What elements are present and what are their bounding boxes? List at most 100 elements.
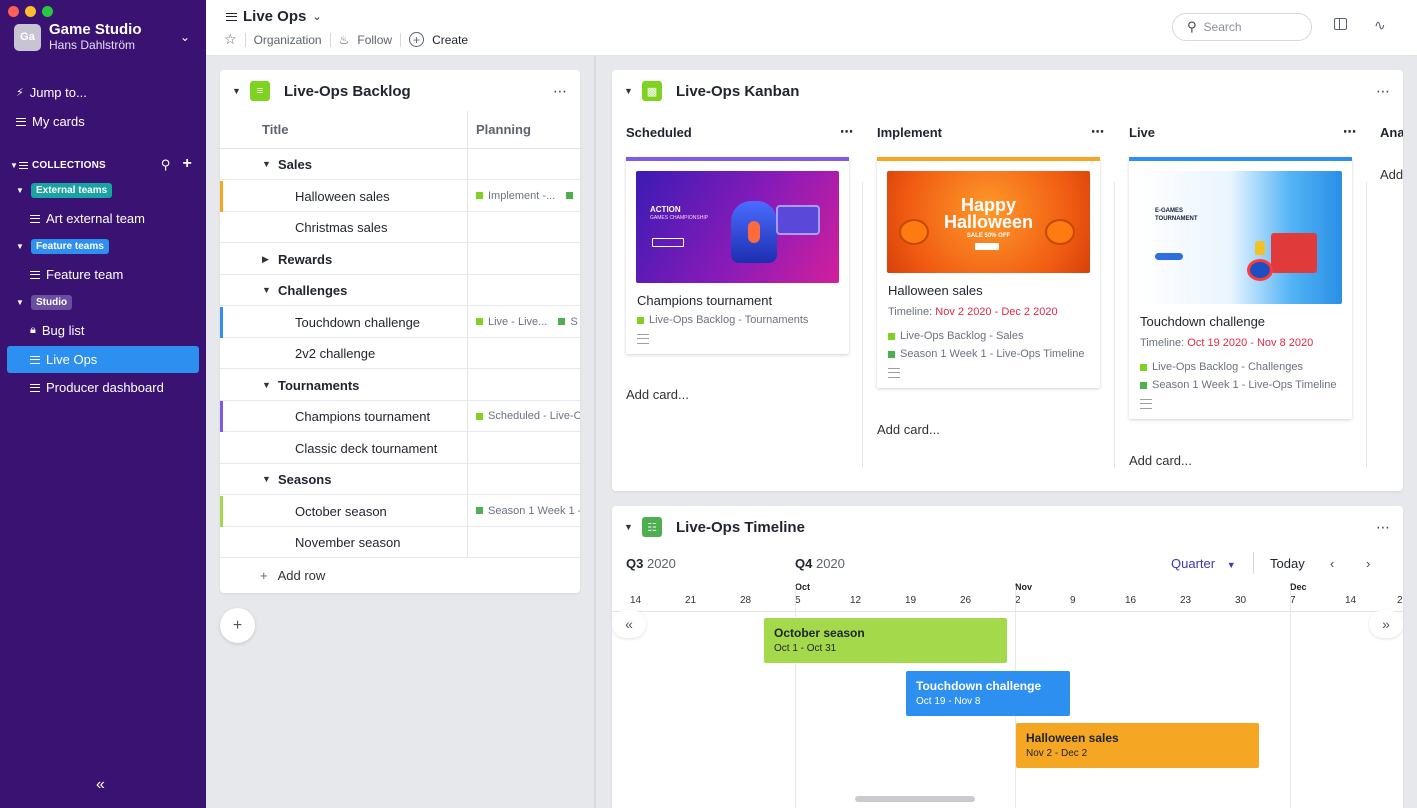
sidebar-item-art-external-team[interactable]: Art external team (30, 211, 145, 226)
timeline-bar-touchdown-challenge[interactable]: Touchdown challenge Oct 19 - Nov 8 (906, 671, 1070, 716)
chevron-down-icon[interactable]: ⌄ (178, 30, 192, 44)
more-icon[interactable]: ⋯ (840, 124, 854, 140)
create-button[interactable]: Create (432, 33, 468, 47)
day-label: 9 (1070, 595, 1076, 606)
group-row[interactable]: ▼ Sales (220, 149, 580, 180)
maximize-window-button[interactable] (42, 6, 53, 17)
triangle-down-icon[interactable]: ▼ (262, 380, 271, 390)
triangle-right-icon[interactable]: ▶ (262, 254, 269, 265)
timeline-bar-dates: Oct 19 - Nov 8 (916, 696, 981, 707)
collapse-sidebar-icon[interactable]: « (96, 776, 105, 794)
add-card-button[interactable]: Add (1380, 167, 1403, 182)
scroll-back-button[interactable]: « (612, 610, 646, 638)
table-row[interactable]: Halloween sales Implement -... (220, 180, 580, 212)
horizontal-scrollbar[interactable] (855, 796, 975, 802)
tag-external-teams: External teams (31, 183, 113, 198)
search-icon[interactable]: ⚲ (161, 157, 171, 173)
plus-circle-icon: + (409, 32, 425, 47)
search-input[interactable]: ⚲ Search (1172, 13, 1312, 41)
more-icon[interactable]: ⋯ (1343, 124, 1357, 140)
table-row[interactable]: Classic deck tournament (220, 433, 580, 464)
sidebar-item-feature-team[interactable]: Feature team (30, 267, 123, 282)
chevron-right-icon[interactable]: › (1366, 556, 1370, 571)
card-reference[interactable]: Season 1 Week 1 - Live-Ops Timeline (1140, 379, 1341, 391)
close-window-button[interactable] (8, 6, 19, 17)
add-card-button[interactable]: Add card... (877, 422, 940, 437)
table-row[interactable]: November season (220, 527, 580, 558)
zoom-select[interactable]: Quarter ▼ (1171, 556, 1236, 571)
group-row[interactable]: ▶ Rewards (220, 244, 580, 275)
more-icon[interactable]: ⋯ (553, 83, 568, 100)
card-reference-label: Live-Ops Backlog - Tournaments (649, 314, 809, 326)
follow-button[interactable]: Follow (357, 33, 392, 47)
page-title[interactable]: Live Ops ⌄ (226, 8, 322, 25)
group-external-teams[interactable]: ▼ External teams (16, 183, 113, 198)
panel-resize-handle[interactable] (594, 56, 596, 808)
kanban-card-touchdown-challenge[interactable]: E-GAMES TOURNAMENT Touchdown challenge T… (1129, 157, 1352, 419)
timeline-bar-halloween-sales[interactable]: Halloween sales Nov 2 - Dec 2 (1016, 723, 1259, 768)
planning-cell[interactable]: Live - Live... S (476, 316, 578, 328)
column-title: Scheduled (626, 124, 692, 140)
organization-link[interactable]: Organization (254, 33, 322, 47)
card-title: Halloween sales (888, 283, 983, 298)
table-header: Title Planning (220, 111, 580, 149)
tag-studio: Studio (31, 295, 73, 310)
group-row[interactable]: ▼ Tournaments (220, 370, 580, 401)
minimize-window-button[interactable] (25, 6, 36, 17)
chevron-left-icon[interactable]: ‹ (1330, 556, 1334, 571)
kanban-title: Live-Ops Kanban (676, 82, 800, 100)
sidebar-item-producer-dashboard[interactable]: Producer dashboard (30, 380, 164, 395)
kanban-card-champions-tournament[interactable]: ACTION GAMES CHAMPIONSHIP Champions tour… (626, 157, 849, 354)
scroll-forward-button[interactable]: » (1369, 610, 1403, 638)
add-collection-icon[interactable]: + (182, 156, 192, 173)
column-header-title[interactable]: Title (262, 122, 289, 137)
add-row-button[interactable]: + Add row (260, 568, 325, 583)
group-studio[interactable]: ▼ Studio (16, 295, 73, 310)
star-icon[interactable]: ☆ (224, 31, 237, 48)
more-icon[interactable]: ⋯ (1091, 124, 1105, 140)
today-button[interactable]: Today (1270, 556, 1305, 571)
table-row[interactable]: October season Season 1 Week 1 - (220, 495, 580, 527)
workspace-switcher[interactable]: Ga Game Studio Hans Dahlström ⌄ (14, 22, 192, 52)
add-widget-button[interactable]: + (220, 608, 255, 643)
table-row[interactable]: Touchdown challenge Live - Live... S (220, 306, 580, 338)
group-row[interactable]: ▼ Challenges (220, 275, 580, 306)
table-row[interactable]: Christmas sales (220, 212, 580, 243)
collections-header[interactable]: ▼ COLLECTIONS ⚲ + (10, 156, 192, 173)
triangle-down-icon[interactable]: ▼ (262, 285, 271, 295)
card-image: ACTION GAMES CHAMPIONSHIP (636, 171, 839, 283)
more-icon[interactable]: ⋯ (1376, 83, 1391, 100)
planning-cell[interactable]: Scheduled - Live-O (476, 410, 580, 422)
timeline-bar-october-season[interactable]: October season Oct 1 - Oct 31 (764, 618, 1007, 663)
more-icon[interactable]: ⋯ (1376, 519, 1391, 536)
card-reference[interactable]: Live-Ops Backlog - Challenges (1140, 361, 1341, 373)
sidebar-item-label: Feature team (46, 267, 124, 282)
sidebar-item-bug-list[interactable]: 🔒︎ Bug list (30, 323, 85, 338)
my-cards-link[interactable]: My cards (16, 114, 85, 129)
table-row[interactable]: Champions tournament Scheduled - Live-O (220, 401, 580, 432)
triangle-down-icon[interactable]: ▼ (262, 159, 271, 169)
triangle-down-icon[interactable]: ▼ (624, 86, 642, 96)
group-feature-teams[interactable]: ▼ Feature teams (16, 239, 109, 254)
column-header-planning[interactable]: Planning (476, 122, 531, 137)
card-reference[interactable]: Live-Ops Backlog - Sales (888, 330, 1089, 342)
triangle-down-icon[interactable]: ▼ (232, 86, 250, 96)
kanban-column-live: Live ⋯ (1129, 122, 1369, 142)
kanban-card-halloween-sales[interactable]: Happy Halloween SALE 50% OFF Halloween s… (877, 157, 1100, 388)
triangle-down-icon[interactable]: ▼ (262, 474, 271, 484)
activity-icon[interactable]: ∿ (1374, 17, 1386, 34)
card-reference[interactable]: Season 1 Week 1 - Live-Ops Timeline (888, 348, 1089, 360)
sidebar-item-live-ops[interactable]: Live Ops (7, 346, 199, 373)
planning-cell[interactable]: Season 1 Week 1 - (476, 505, 580, 517)
add-card-button[interactable]: Add card... (626, 387, 689, 402)
bell-icon: ♨︎ (338, 32, 350, 47)
triangle-down-icon[interactable]: ▼ (624, 522, 642, 532)
day-label: 23 (1180, 595, 1192, 606)
planning-cell[interactable]: Implement -... (476, 190, 574, 202)
jump-to-link[interactable]: ⚡︎ Jump to... (16, 85, 87, 100)
card-reference[interactable]: Live-Ops Backlog - Tournaments (637, 314, 838, 326)
group-row[interactable]: ▼ Seasons (220, 464, 580, 495)
table-row[interactable]: 2v2 challenge (220, 338, 580, 369)
add-card-button[interactable]: Add card... (1129, 453, 1192, 468)
split-view-icon[interactable] (1334, 17, 1347, 33)
